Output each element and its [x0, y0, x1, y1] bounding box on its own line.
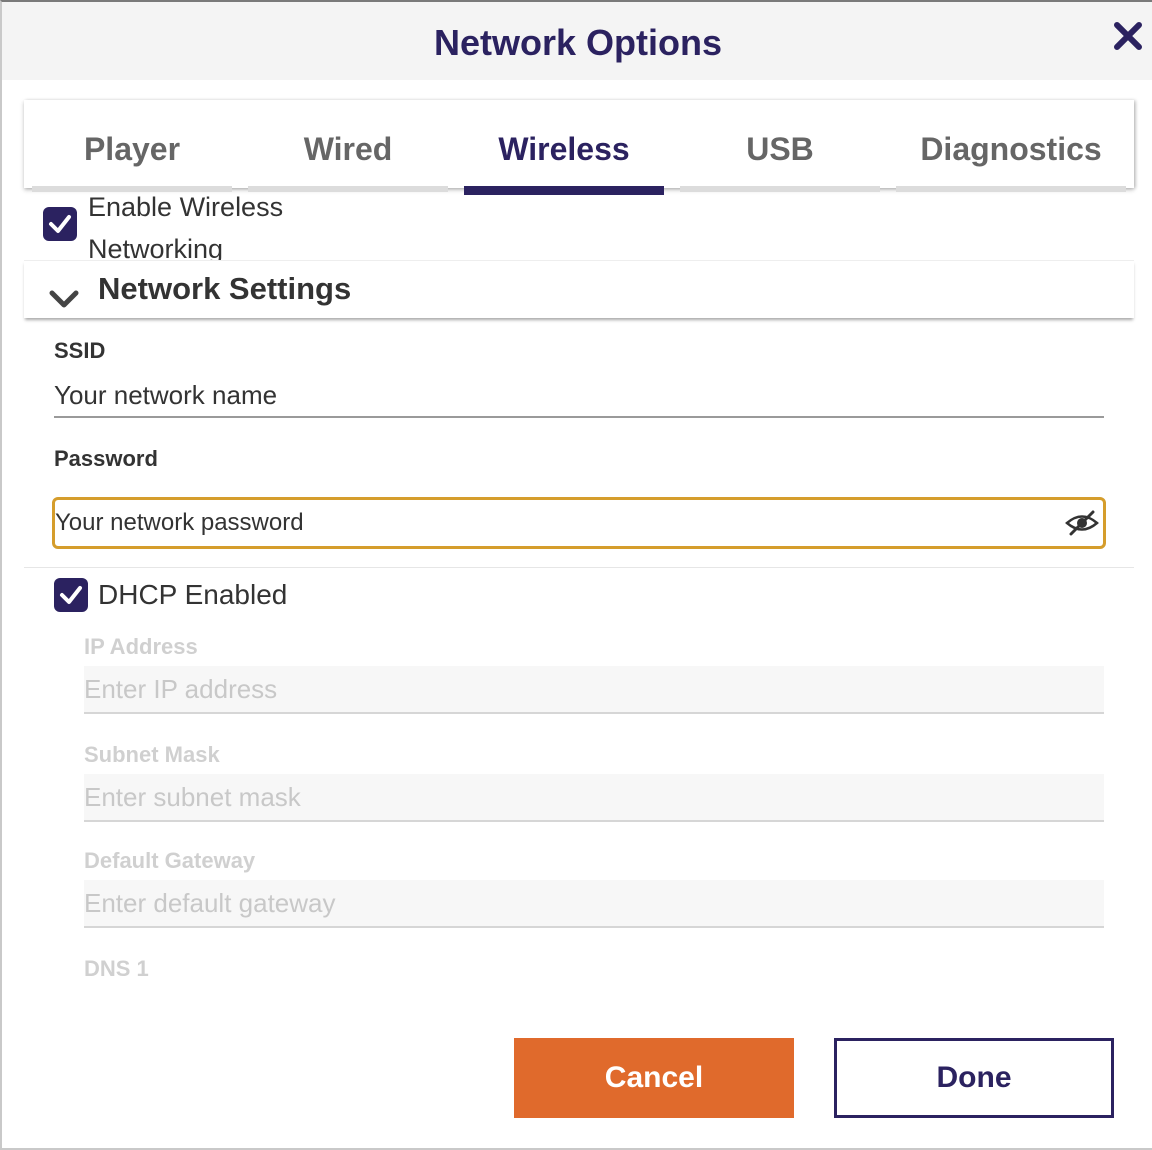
password-input[interactable]: [55, 500, 1045, 546]
done-button[interactable]: Done: [834, 1038, 1114, 1118]
ssid-input[interactable]: [54, 374, 1104, 418]
divider: [24, 567, 1134, 568]
tab-wireless[interactable]: Wireless: [464, 100, 664, 195]
password-field: [52, 497, 1106, 549]
tab-active-indicator: [464, 186, 664, 195]
ip-address-input: [84, 666, 1104, 714]
enable-wireless-checkbox[interactable]: [43, 207, 77, 241]
checkmark-icon: [60, 586, 82, 604]
cancel-button[interactable]: Cancel: [514, 1038, 794, 1118]
eye-slash-icon[interactable]: [1065, 510, 1099, 536]
tab-label: Wired: [303, 131, 393, 167]
chevron-down-icon: [49, 290, 79, 308]
ssid-label: SSID: [54, 338, 106, 363]
checkmark-icon: [49, 215, 71, 233]
tab-player[interactable]: Player: [32, 100, 232, 192]
network-settings-section-toggle[interactable]: Network Settings: [24, 260, 1134, 318]
tab-usb[interactable]: USB: [680, 100, 880, 192]
dns1-label: DNS 1: [84, 956, 149, 981]
tab-bar: Player Wired Wireless USB Diagnostics: [24, 100, 1134, 195]
tab-label: Diagnostics: [920, 131, 1102, 167]
network-options-dialog: Network Options Player Wired Wireless US…: [0, 0, 1152, 1150]
tab-diagnostics[interactable]: Diagnostics: [896, 100, 1126, 192]
dhcp-checkbox[interactable]: [54, 578, 88, 612]
tab-wired[interactable]: Wired: [248, 100, 448, 192]
close-icon: [1114, 22, 1142, 50]
password-label: Password: [54, 446, 158, 471]
enable-wireless-label: Enable Wireless Networking: [88, 192, 284, 264]
tab-underline: [680, 186, 880, 192]
tab-underline: [896, 186, 1126, 192]
section-title: Network Settings: [98, 271, 352, 306]
dhcp-label: DHCP Enabled: [98, 579, 288, 610]
tab-label: USB: [746, 131, 814, 167]
subnet-mask-label: Subnet Mask: [84, 742, 220, 767]
dialog-header: Network Options: [2, 2, 1152, 80]
close-button[interactable]: [1108, 16, 1148, 56]
default-gateway-input: [84, 880, 1104, 928]
tab-label: Wireless: [498, 131, 630, 167]
default-gateway-label: Default Gateway: [84, 848, 256, 873]
subnet-mask-input: [84, 774, 1104, 822]
dialog-title: Network Options: [433, 22, 723, 63]
ip-address-label: IP Address: [84, 634, 198, 659]
tab-label: Player: [83, 131, 181, 167]
